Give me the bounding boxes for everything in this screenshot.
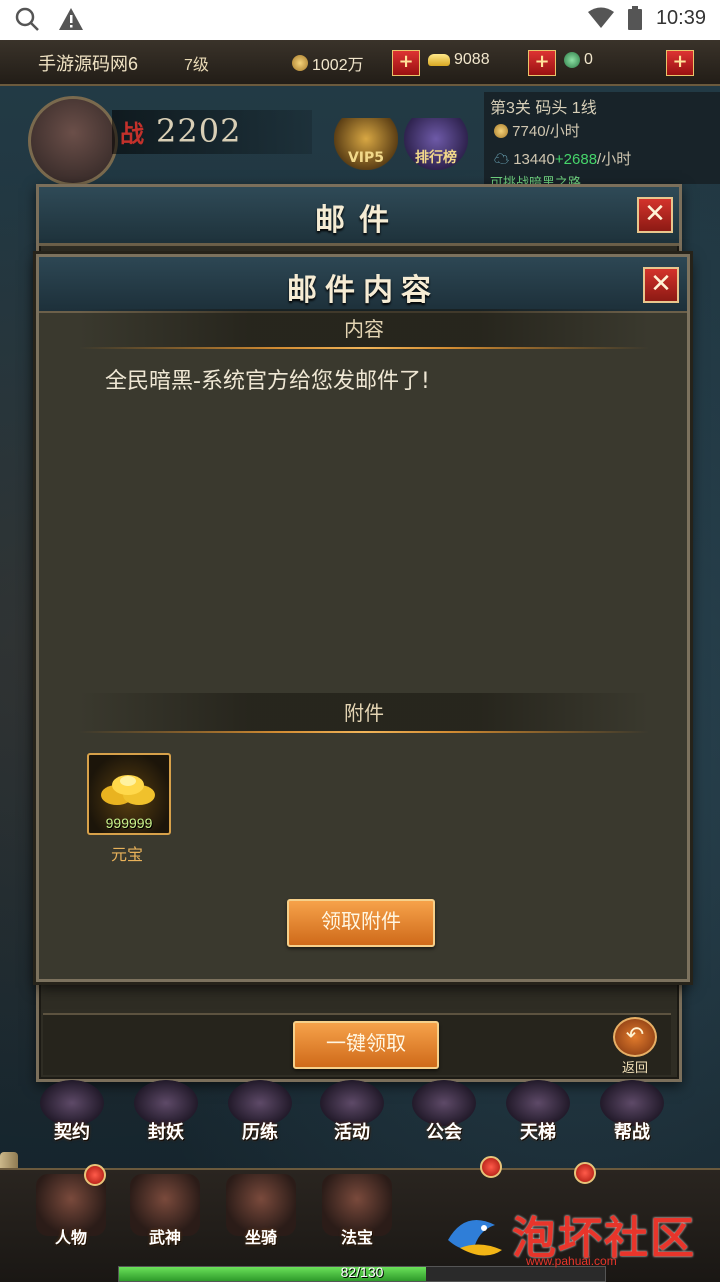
power-label: 战 [120,119,144,148]
mail-title-bar: 邮件 ✕ [39,187,679,246]
mail-close-button[interactable]: ✕ [637,197,673,233]
return-label: 返回 [621,1061,648,1076]
notification-dot [84,1164,106,1186]
attachment-section-header: 附件 [79,693,649,733]
ingot-icon [428,54,450,66]
player-level: 7级 [184,57,209,74]
claim-attachment-button[interactable]: 领取附件 [287,899,435,947]
ranking-button[interactable]: 排行榜 [404,118,468,170]
cloud-icon: ☁ [494,151,510,168]
attachment-item-slot[interactable]: 999999 [87,753,171,835]
stage-title: 第3关 码头 1线 [490,100,597,117]
attachment-name: 元宝 [110,845,143,864]
menu-item-trial[interactable]: 历练 [224,1080,296,1156]
exp-rate: ☁ 13440+2688/小时 [494,151,632,168]
copper-resource: 1002万 [292,51,364,75]
battery-icon [627,6,642,30]
dock-item-treasure[interactable]: 法宝 [312,1174,402,1266]
dock-item-mount[interactable]: 坐骑 [216,1174,306,1266]
menu-item-contract[interactable]: 契约 [36,1080,108,1156]
claim-all-button[interactable]: 一键领取 [293,1021,439,1069]
dock-item-wushen[interactable]: 武神 [120,1174,210,1266]
player-name: 手游源码网6 [38,54,139,74]
combat-power: 战 2202 [112,110,312,154]
dock-item-character[interactable]: 人物 [26,1174,116,1266]
jade-resource: 0 [564,51,593,69]
mail-window-title: 邮件 [315,203,403,238]
add-copper-button[interactable]: + [392,50,420,76]
status-bar: 10:39 [0,0,720,40]
jade-icon [564,52,580,68]
stage-info: 第3关 码头 1线 7740/小时 ☁ 13440+2688/小时 可挑战暗黑之… [484,92,720,184]
mail-content-title: 邮件内容 [287,273,439,308]
copper-value: 1002万 [312,57,364,74]
return-arrow-icon: ↶ [625,1023,645,1048]
menu-item-guild[interactable]: 公会 [408,1080,480,1156]
gold-value: 9088 [454,51,490,68]
content-section-header: 内容 [79,309,649,349]
gold-resource: 9088 [428,51,490,69]
notification-dot [480,1156,502,1178]
watermark: 泡坏社区 www.pahuai.com [440,1196,716,1276]
copper-rate: 7740/小时 [494,120,580,141]
warning-icon [59,8,83,30]
content-title-bar: 邮件内容 ✕ [39,257,687,313]
avatar[interactable] [28,96,118,186]
add-gold-button[interactable]: + [528,50,556,76]
top-hud: 手游源码网6 7级 1002万 + 9088 + 0 + [0,40,720,86]
watermark-url: www.pahuai.com [526,1254,617,1268]
coin-icon [292,55,308,71]
mail-content-window: 邮件内容 ✕ 内容 全民暗黑-系统官方给您发邮件了! 附件 999999 元宝 … [36,254,690,982]
vip-button[interactable]: VIP5 [334,118,398,170]
return-button[interactable]: ↶ 返回 [613,1017,657,1076]
attachment-quantity: 999999 [105,815,153,831]
stage-hint: 可挑战暗黑之路 [490,175,582,184]
notification-dot [574,1162,596,1184]
close-icon: ✕ [650,269,672,299]
close-icon: ✕ [644,199,666,229]
wifi-icon [587,7,614,28]
menu-item-seal[interactable]: 封妖 [130,1080,202,1156]
fish-logo-icon [448,1220,502,1256]
menu-item-events[interactable]: 活动 [316,1080,388,1156]
search-icon [15,7,39,31]
power-value: 2202 [156,112,242,150]
clock: 10:39 [655,6,706,29]
add-jade-button[interactable]: + [666,50,694,76]
jade-value: 0 [584,51,593,68]
gold-ingot-icon [101,775,155,805]
mail-message: 全民暗黑-系统官方给您发邮件了! [105,369,430,394]
coin-icon [494,124,508,138]
menu-item-guild-war[interactable]: 帮战 [596,1080,668,1156]
content-close-button[interactable]: ✕ [643,267,679,303]
menu-item-ladder[interactable]: 天梯 [502,1080,574,1156]
mail-bottom-bar: 一键领取 ↶ 返回 [43,1013,671,1076]
feature-menu: 契约 封妖 历练 活动 公会 天梯 帮战 [0,1080,720,1164]
